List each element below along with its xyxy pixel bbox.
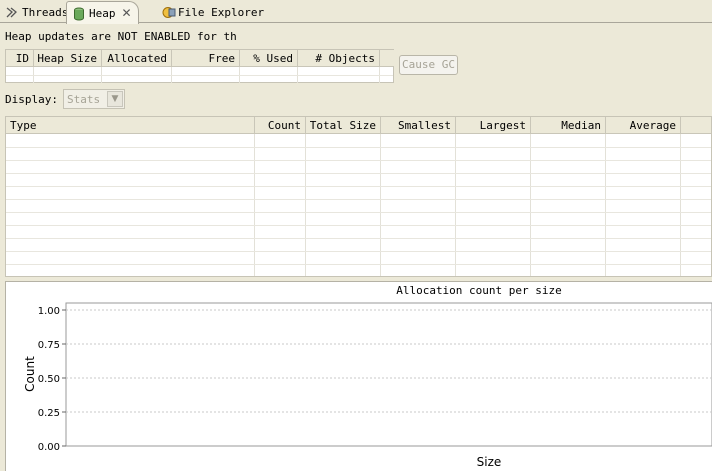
grid-line [455, 134, 456, 276]
grid-line [6, 238, 711, 239]
chevron-down-icon[interactable]: ▼ [107, 91, 123, 107]
chart-title: Allocation count per size [396, 284, 562, 297]
display-label: Display: [5, 93, 58, 106]
column-header-count[interactable]: Count [255, 117, 306, 134]
grid-line [380, 134, 381, 276]
grid-line [6, 173, 711, 174]
display-select-value: Stats [67, 93, 101, 106]
column-header-heap-size[interactable]: Heap Size [34, 50, 102, 67]
column-header-filler [681, 117, 711, 134]
column-header-total-size[interactable]: Total Size [306, 117, 381, 134]
allocation-chart-panel: Allocation count per size 1.00 0.75 0.50 0.… [5, 281, 712, 471]
grid-line [6, 186, 711, 187]
column-header-id[interactable]: ID [6, 50, 34, 67]
column-header-free[interactable]: Free [172, 50, 240, 67]
grid-line [530, 134, 531, 276]
tab-label: Threads [22, 6, 69, 19]
grid-line [605, 134, 606, 276]
allocation-stats-table[interactable]: Type Count Total Size Smallest Largest M… [5, 116, 712, 277]
grid-line [6, 160, 711, 161]
y-tick-label: 0.25 [38, 408, 60, 419]
y-tick-label: 0.50 [38, 374, 60, 385]
heap-icon [73, 7, 85, 20]
y-tick-label: 0.00 [38, 442, 60, 453]
grid-line [680, 134, 681, 276]
tab-bar: Threads Heap ✕ File Explorer [0, 0, 712, 24]
column-header-type[interactable]: Type [6, 117, 255, 134]
grid-line [6, 75, 393, 76]
plot-area [65, 302, 712, 447]
threads-icon [6, 6, 18, 19]
grid-line [305, 134, 306, 276]
grid-line [254, 134, 255, 276]
file-explorer-icon [162, 6, 176, 19]
column-header-smallest[interactable]: Smallest [381, 117, 456, 134]
column-header-average[interactable]: Average [606, 117, 681, 134]
grid-line [6, 251, 711, 252]
grid-line [6, 199, 711, 200]
x-axis-label: Size [477, 455, 502, 469]
grid-line [6, 225, 711, 226]
tab-label: File Explorer [178, 6, 265, 19]
tab-threads[interactable]: Threads [0, 2, 74, 23]
tab-file-explorer[interactable]: File Explorer [156, 2, 270, 23]
y-tick-label: 0.75 [38, 340, 60, 351]
y-axis-label: Count [23, 356, 37, 392]
column-header-objects[interactable]: # Objects [298, 50, 380, 67]
column-header-percent-used[interactable]: % Used [240, 50, 298, 67]
column-header-filler [380, 50, 394, 67]
column-header-allocated[interactable]: Allocated [102, 50, 172, 67]
grid-line [6, 264, 711, 265]
close-tab-icon[interactable]: ✕ [122, 6, 132, 20]
grid-line [6, 147, 711, 148]
tab-heap[interactable]: Heap ✕ [66, 1, 139, 24]
grid-line [6, 212, 711, 213]
tab-label: Heap [89, 6, 116, 20]
y-tick-label: 1.00 [38, 306, 60, 317]
display-select[interactable]: Stats ▼ [63, 89, 125, 109]
column-header-largest[interactable]: Largest [456, 117, 531, 134]
heap-status-message: Heap updates are NOT ENABLED for th [5, 30, 237, 43]
heap-summary-table[interactable]: ID Heap Size Allocated Free % Used # Obj… [5, 49, 394, 83]
allocation-chart: Allocation count per size 1.00 0.75 0.50 0.… [23, 284, 712, 469]
cause-gc-button[interactable]: Cause GC [399, 55, 458, 75]
column-header-median[interactable]: Median [531, 117, 606, 134]
